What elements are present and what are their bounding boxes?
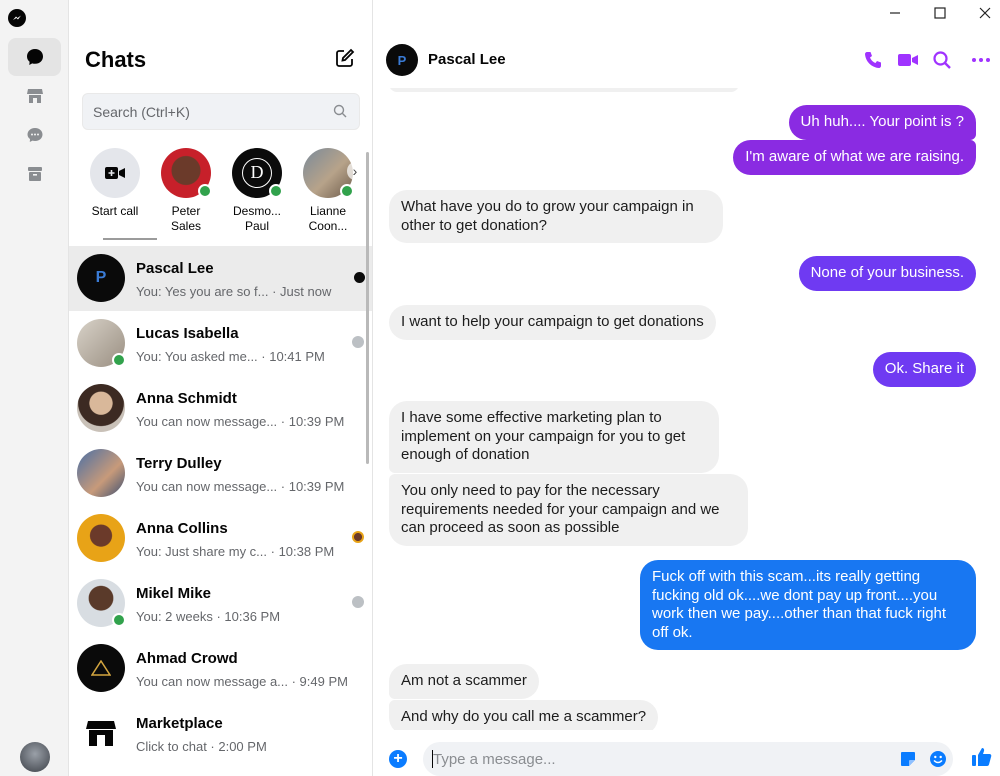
conversation-panel: P Pascal Lee Uh huh.... Your point is ? …	[373, 0, 1000, 776]
online-indicator	[340, 184, 354, 198]
online-indicator	[269, 184, 283, 198]
avatar	[77, 449, 125, 497]
delivered-check-icon	[352, 596, 364, 608]
search-icon	[333, 104, 347, 123]
text-caret	[432, 750, 433, 768]
avatar: P	[77, 254, 125, 302]
composer-box	[423, 742, 953, 776]
scrollbar[interactable]	[366, 152, 369, 464]
close-icon[interactable]	[975, 6, 995, 22]
message-bubble-out[interactable]: None of your business.	[798, 256, 976, 291]
message-bubble-out[interactable]: Uh huh.... Your point is ?	[788, 105, 976, 140]
list-item[interactable]: P Pascal Lee You: Yes you are so f... · …	[69, 246, 372, 311]
message-bubble-in[interactable]: You only need to pay for the necessary r…	[389, 474, 748, 546]
list-item[interactable]: Mikel Mike You: 2 weeks · 10:36 PM	[69, 571, 372, 636]
message-bubble-in[interactable]: What have you do to grow your campaign i…	[389, 190, 723, 243]
add-attachment-icon[interactable]: +	[389, 750, 407, 768]
messenger-app: Chats Start call Peter Sales	[0, 0, 1000, 776]
message-input[interactable]	[423, 742, 863, 776]
message-list: Uh huh.... Your point is ? I'm aware of …	[373, 88, 1000, 730]
avatar	[77, 644, 125, 692]
conversation-header: P Pascal Lee	[373, 30, 1000, 88]
message-bubble-in[interactable]: And why do you call me a scammer?	[389, 700, 659, 730]
message-composer: +	[373, 738, 1000, 776]
active-contacts-strip: Start call Peter Sales D Desmo... Paul L…	[69, 146, 372, 242]
logo-letter-icon: P	[95, 269, 107, 286]
phone-icon[interactable]	[863, 50, 885, 70]
search-input[interactable]	[83, 94, 323, 129]
avatar	[77, 514, 125, 562]
avatar	[77, 384, 125, 432]
profile-avatar[interactable]	[20, 742, 50, 772]
online-indicator	[112, 353, 126, 367]
maximize-icon[interactable]	[930, 6, 950, 22]
message-bubble-out[interactable]: I'm aware of what we are raising.	[733, 140, 976, 175]
message-bubble-in[interactable]: I have some effective marketing plan to …	[389, 401, 719, 473]
list-item[interactable]: Anna Collins You: Just share my c... · 1…	[69, 506, 372, 571]
avatar	[303, 148, 354, 198]
nav-rail	[0, 0, 69, 776]
start-call-button[interactable]: Start call	[80, 146, 150, 219]
requests-icon[interactable]	[8, 116, 61, 154]
chevron-right-icon[interactable]: ›	[347, 162, 363, 180]
thread-list: P Pascal Lee You: Yes you are so f... · …	[69, 246, 372, 766]
list-item[interactable]: Ahmad Crowd You can now message a... · 9…	[69, 636, 372, 701]
logo-letter-icon: P	[397, 52, 407, 68]
logo-letter-icon: D	[242, 158, 272, 188]
list-item[interactable]: Terry Dulley You can now message... · 10…	[69, 441, 372, 506]
minimize-icon[interactable]	[885, 6, 905, 22]
online-indicator	[198, 184, 212, 198]
emoji-icon[interactable]	[929, 750, 947, 773]
contact-name[interactable]: Pascal Lee	[428, 51, 506, 68]
avatar[interactable]: P	[386, 44, 418, 76]
list-item[interactable]: Lucas Isabella You: You asked me... · 10…	[69, 311, 372, 376]
delivered-check-icon	[352, 336, 364, 348]
message-bubble-partial	[389, 88, 739, 92]
video-call-icon	[90, 148, 140, 198]
video-call-icon[interactable]	[897, 50, 919, 70]
thumbs-up-icon[interactable]	[971, 746, 993, 773]
messenger-logo-icon	[8, 9, 26, 27]
archive-icon[interactable]	[8, 155, 61, 193]
chats-icon[interactable]	[8, 38, 61, 76]
search-box	[82, 93, 360, 130]
strip-indicator	[103, 238, 157, 240]
avatar: D	[232, 148, 283, 198]
brand-logo-icon	[91, 660, 111, 676]
avatar	[77, 319, 126, 367]
more-options-icon[interactable]	[971, 50, 993, 70]
avatar	[77, 579, 126, 627]
page-title: Chats	[85, 47, 147, 72]
message-bubble-out[interactable]: Fuck off with this scam...its really get…	[640, 560, 976, 650]
sticker-icon[interactable]	[899, 750, 917, 773]
search-icon[interactable]	[932, 50, 954, 70]
list-item[interactable]: Marketplace Click to chat · 2:00 PM	[69, 701, 372, 766]
online-indicator	[112, 613, 126, 627]
story-contact[interactable]: Lianne Coon...	[293, 146, 363, 234]
seen-avatar-icon	[352, 531, 364, 543]
seen-avatar-icon	[354, 272, 365, 283]
marketplace-icon	[77, 709, 125, 757]
message-bubble-in[interactable]: Am not a scammer	[389, 664, 539, 699]
story-contact[interactable]: Peter Sales	[151, 146, 221, 234]
message-bubble-in[interactable]: I want to help your campaign to get dona…	[389, 305, 716, 340]
marketplace-icon[interactable]	[8, 77, 61, 115]
compose-icon[interactable]	[334, 47, 356, 69]
message-bubble-out[interactable]: Ok. Share it	[872, 352, 976, 387]
list-item[interactable]: Anna Schmidt You can now message... · 10…	[69, 376, 372, 441]
story-contact[interactable]: D Desmo... Paul	[222, 146, 292, 234]
avatar	[161, 148, 212, 198]
chat-list-panel: Chats Start call Peter Sales	[69, 0, 373, 776]
